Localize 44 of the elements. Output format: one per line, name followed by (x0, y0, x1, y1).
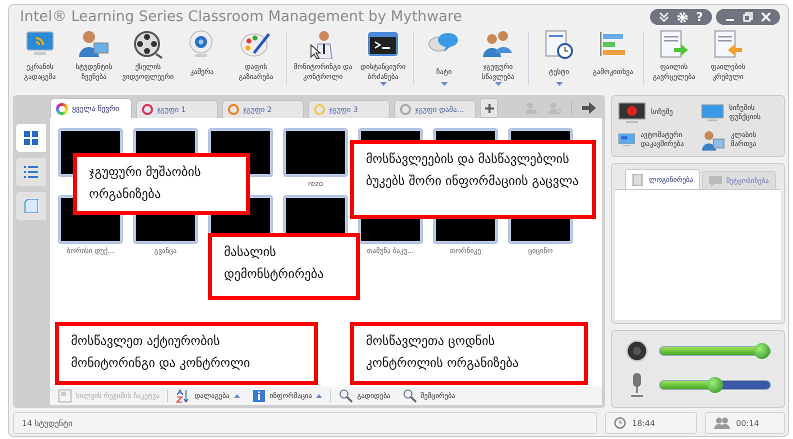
people-icon (482, 29, 514, 59)
list-view-icon (24, 165, 38, 179)
view-button[interactable] (16, 192, 46, 220)
callout-tooltip: მოსწავლეთ აქტიურობის მონიტორინგი და კონტროლი (55, 322, 318, 385)
grid-view-icon (24, 131, 38, 145)
document-arrow-icon (712, 29, 744, 59)
view-button[interactable] (16, 124, 46, 152)
document-arrow-icon (658, 29, 690, 59)
volume-slider[interactable] (660, 342, 770, 360)
people-icon (714, 417, 730, 429)
slider-thumb[interactable] (754, 343, 770, 359)
callout-tooltip: მოსწავლეთა ცოდნის კონტროლის ორგანიზება (350, 322, 588, 385)
document-view-icon (24, 199, 38, 213)
lock-view-icon (58, 389, 72, 403)
clock-icon (614, 417, 626, 429)
help-button[interactable]: ? (696, 9, 703, 25)
speaker-icon (626, 340, 648, 362)
document-clock-icon (543, 29, 575, 59)
person-computer-icon (78, 29, 110, 59)
volume-slider[interactable] (660, 376, 770, 394)
callout-tooltip: მოსწავლეების და მასწავლებლის ბუკებს შორი ინფორმაციის გაცვლა (350, 140, 596, 219)
sort-az-icon (176, 389, 190, 403)
monitor-icon (618, 100, 646, 124)
close-icon[interactable] (761, 12, 771, 22)
clock-time: 18:44 (632, 418, 656, 428)
arrow-right-icon[interactable] (582, 102, 596, 114)
callout-tooltip: ჯგუფური მუშაობის ორგანიზება (73, 153, 250, 215)
plus-icon (484, 104, 494, 112)
session-duration: 00:14 (736, 418, 760, 428)
color-ring-icon (56, 102, 68, 114)
settings-icon[interactable] (677, 12, 688, 22)
add-tab-button[interactable] (480, 98, 498, 118)
restore-icon[interactable] (743, 12, 753, 22)
student-count: 14 სტუდენტი (13, 412, 597, 434)
callout-tooltip: მასალის დემონსტრირება (208, 233, 360, 300)
slider-thumb[interactable] (707, 377, 723, 393)
film-reel-icon (132, 29, 164, 59)
collapse-icon[interactable] (659, 12, 670, 22)
speech-bubble-icon (709, 174, 722, 186)
window-title: Intel® Learning Series Classroom Management by Mythware (20, 9, 464, 25)
terminal-icon (367, 29, 399, 59)
view-button[interactable] (16, 158, 46, 186)
document-icon (632, 174, 645, 186)
student-screen[interactable] (283, 128, 348, 177)
